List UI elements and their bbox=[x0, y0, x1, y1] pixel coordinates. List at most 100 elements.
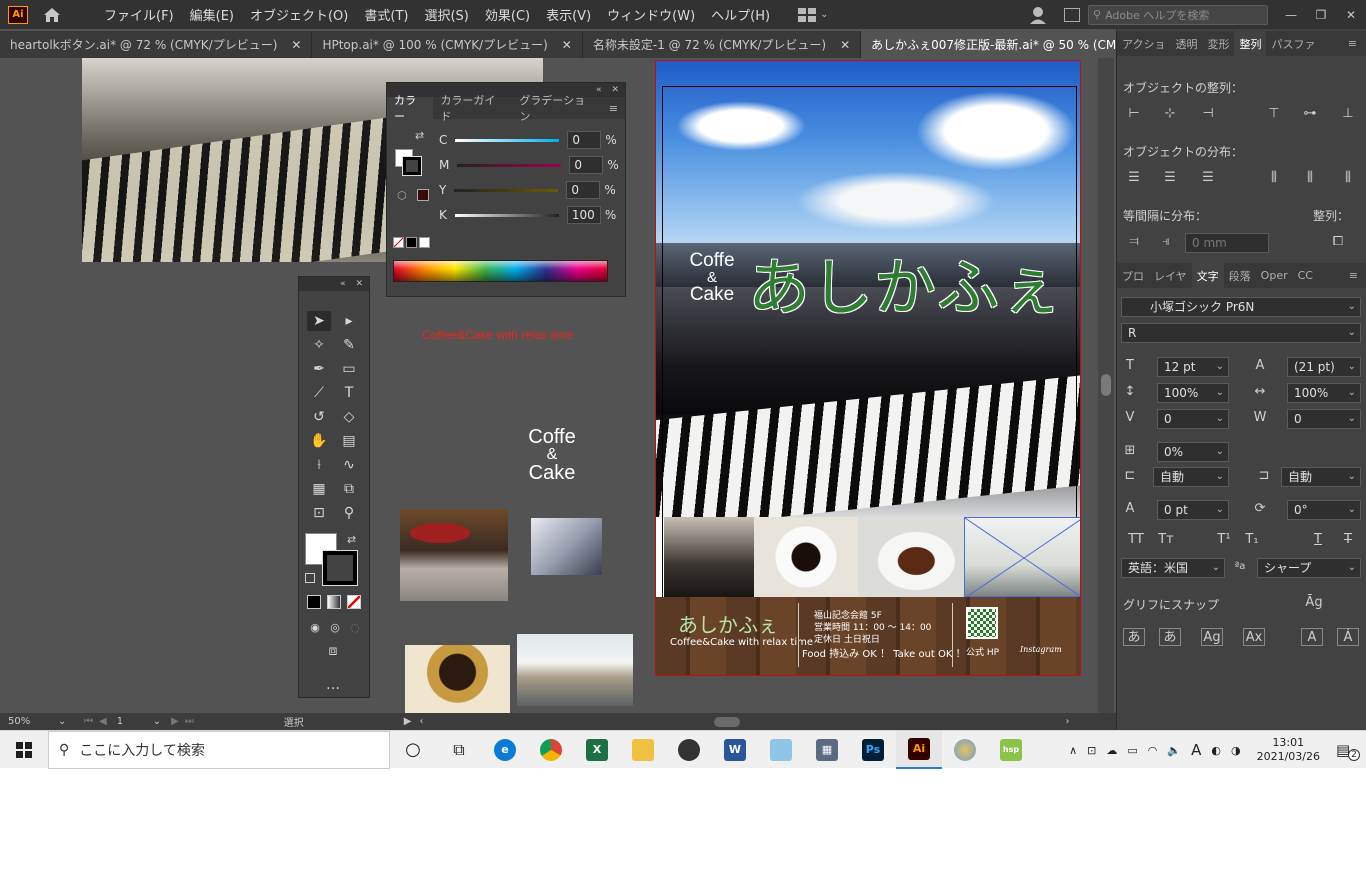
cake-plate-photo[interactable] bbox=[531, 518, 602, 575]
superscript-icon[interactable]: T¹ bbox=[1215, 531, 1233, 549]
snap-proximity-icon[interactable]: Ax bbox=[1243, 628, 1265, 646]
tab-color-guide[interactable]: カラーガイド bbox=[433, 92, 512, 124]
word-icon[interactable]: W bbox=[712, 731, 758, 769]
next-artboard-icon[interactable]: ▶ bbox=[171, 716, 179, 727]
language-select[interactable]: 英語：米国 ⌄ bbox=[1121, 558, 1225, 578]
tab-transparency[interactable]: 透明 bbox=[1170, 36, 1202, 52]
menu-select[interactable]: 選択(S) bbox=[416, 5, 476, 24]
ime-icon[interactable]: ◐ bbox=[1211, 744, 1221, 757]
aki-right-select[interactable]: 自動 ⌄ bbox=[1281, 467, 1361, 487]
stroke-color-icon[interactable] bbox=[322, 550, 358, 586]
tab-untitled[interactable]: 名称未設定-1 @ 72 % (CMYK/プレビュー) ✕ bbox=[583, 31, 862, 58]
photoshop-icon[interactable]: Ps bbox=[850, 731, 896, 769]
scroll-right-icon[interactable]: › bbox=[1066, 716, 1070, 727]
dock-menu-icon[interactable]: ≡ bbox=[1343, 37, 1362, 50]
snap-xheight-icon[interactable]: あ bbox=[1159, 628, 1181, 646]
arrange-documents-icon[interactable] bbox=[1064, 7, 1080, 22]
coffee-cup-photo[interactable] bbox=[405, 645, 510, 713]
align-to-icon[interactable]: ⧠ bbox=[1329, 233, 1347, 251]
app-logo[interactable]: Ai bbox=[8, 5, 28, 24]
white-swatch[interactable] bbox=[419, 237, 430, 248]
subscript-icon[interactable]: T₁ bbox=[1243, 531, 1261, 549]
cortana-icon[interactable]: ○ bbox=[390, 731, 436, 769]
camera-app-icon[interactable] bbox=[666, 731, 712, 769]
menu-view[interactable]: 表示(V) bbox=[538, 5, 599, 24]
dist-left-icon[interactable]: ⫼ bbox=[1265, 169, 1283, 187]
green-app-icon[interactable]: hsp bbox=[988, 731, 1034, 769]
illustrator-icon[interactable]: Ai bbox=[896, 730, 942, 769]
color-spectrum[interactable] bbox=[393, 260, 608, 282]
snap-options-icon[interactable]: Āg bbox=[1305, 594, 1323, 612]
zoom-tool-icon[interactable]: ⚲ bbox=[337, 503, 361, 523]
eyedropper-tool-icon[interactable]: ⟊ bbox=[307, 455, 331, 475]
snap-baseline-icon[interactable]: あ bbox=[1123, 628, 1145, 646]
tab-heartolk[interactable]: heartolkボタン.ai* @ 72 % (CMYK/プレビュー) ✕ bbox=[0, 31, 313, 58]
color-mode-icon[interactable] bbox=[307, 595, 321, 609]
battery-icon[interactable]: ▭ bbox=[1127, 744, 1137, 757]
edge-icon[interactable]: e bbox=[482, 731, 528, 769]
collapse-icon[interactable]: « bbox=[340, 279, 346, 289]
close-panel-icon[interactable]: ✕ bbox=[355, 279, 363, 289]
rotate-tool-icon[interactable]: ↺ bbox=[307, 407, 331, 427]
paintbrush-tool-icon[interactable]: ⟋ bbox=[307, 383, 331, 403]
dist-space-v-icon[interactable]: ⫤ bbox=[1125, 233, 1143, 251]
scroll-left-icon[interactable]: ‹ bbox=[420, 716, 424, 727]
menu-edit[interactable]: 編集(E) bbox=[182, 5, 242, 24]
spacing-input[interactable]: 0 mm bbox=[1185, 233, 1269, 253]
notes-app-icon[interactable] bbox=[758, 731, 804, 769]
zoom-dropdown-icon[interactable]: ⌄ bbox=[58, 716, 72, 727]
k-value-input[interactable]: 100 bbox=[566, 206, 601, 224]
status-menu-icon[interactable]: ▶ bbox=[404, 716, 412, 727]
task-view-icon[interactable]: ⧉ bbox=[436, 731, 482, 769]
excel-icon[interactable]: X bbox=[574, 731, 620, 769]
direct-selection-tool-icon[interactable]: ▸ bbox=[337, 311, 361, 331]
tsume-input[interactable]: 0% ⌄ bbox=[1157, 442, 1229, 462]
pasteboard-logo[interactable]: Coffe & Cake bbox=[522, 426, 582, 484]
tab-layers[interactable]: レイヤ bbox=[1149, 268, 1192, 284]
default-colors-icon[interactable] bbox=[305, 573, 315, 583]
selection-tool-icon[interactable]: ➤ bbox=[307, 311, 331, 331]
eraser-tool-icon[interactable]: ◇ bbox=[337, 407, 361, 427]
tray-expand-icon[interactable]: ∧ bbox=[1069, 744, 1077, 757]
dist-space-h-icon[interactable]: ⫣ bbox=[1157, 233, 1175, 251]
align-top-icon[interactable]: ⊤ bbox=[1265, 105, 1283, 123]
ime-mode[interactable]: A bbox=[1191, 741, 1201, 759]
volume-icon[interactable]: 🔈 bbox=[1167, 744, 1181, 757]
horizontal-scale-input[interactable]: 100% ⌄ bbox=[1287, 383, 1361, 403]
menu-type[interactable]: 書式(T) bbox=[356, 5, 416, 24]
edit-toolbar-icon[interactable]: … bbox=[321, 675, 345, 695]
none-mode-icon[interactable] bbox=[347, 595, 361, 609]
swap-icon[interactable]: ⇄ bbox=[415, 129, 424, 142]
last-artboard-icon[interactable]: ⏭ bbox=[185, 716, 194, 727]
snap-glyph-bounds-icon[interactable]: Ag bbox=[1201, 628, 1223, 646]
puppet-warp-tool-icon[interactable]: ✋ bbox=[307, 431, 331, 451]
baseline-shift-input[interactable]: 0 pt ⌄ bbox=[1157, 500, 1229, 520]
dist-bottom-icon[interactable]: ☰ bbox=[1199, 169, 1217, 187]
lounge-photo[interactable] bbox=[517, 634, 633, 706]
gradient-tool-icon[interactable]: ▤ bbox=[337, 431, 361, 451]
artboard-number[interactable]: 1 bbox=[117, 716, 153, 727]
snap-anchor-icon[interactable]: Á bbox=[1337, 628, 1359, 646]
y-slider[interactable] bbox=[454, 188, 559, 192]
gradient-mode-icon[interactable] bbox=[327, 595, 341, 609]
calculator-icon[interactable]: ▦ bbox=[804, 731, 850, 769]
vertical-scrollbar[interactable] bbox=[1098, 58, 1114, 713]
restore-button[interactable]: ❐ bbox=[1306, 8, 1336, 22]
artboard-tool-icon[interactable]: ⊡ bbox=[307, 503, 331, 523]
dist-right-icon[interactable]: ⫼ bbox=[1339, 169, 1357, 187]
rectangle-tool-icon[interactable]: ▭ bbox=[337, 359, 361, 379]
menu-help[interactable]: ヘルプ(H) bbox=[703, 5, 778, 24]
tab-paragraph[interactable]: 段落 bbox=[1224, 268, 1256, 284]
align-bottom-icon[interactable]: ⊥ bbox=[1339, 105, 1357, 123]
char-rotation-input[interactable]: 0° ⌄ bbox=[1287, 500, 1361, 520]
dist-top-icon[interactable]: ☰ bbox=[1125, 169, 1143, 187]
help-search-input[interactable]: ⚲ Adobe ヘルプを検索 bbox=[1088, 4, 1268, 25]
font-family-select[interactable]: 小塚ゴシック Pr6N ⌄ bbox=[1121, 297, 1361, 317]
poster-artboard[interactable]: Coffe & Cake あしかふぇ あしかふぇ Coffee&Cake wit… bbox=[655, 60, 1081, 676]
current-color-chip[interactable] bbox=[417, 189, 429, 201]
home-icon[interactable] bbox=[42, 6, 62, 24]
strikethrough-icon[interactable]: T bbox=[1339, 531, 1357, 549]
m-slider[interactable] bbox=[457, 163, 562, 167]
snap-angular-icon[interactable]: A bbox=[1301, 628, 1323, 646]
antialias-select[interactable]: シャープ ⌄ bbox=[1257, 558, 1361, 578]
